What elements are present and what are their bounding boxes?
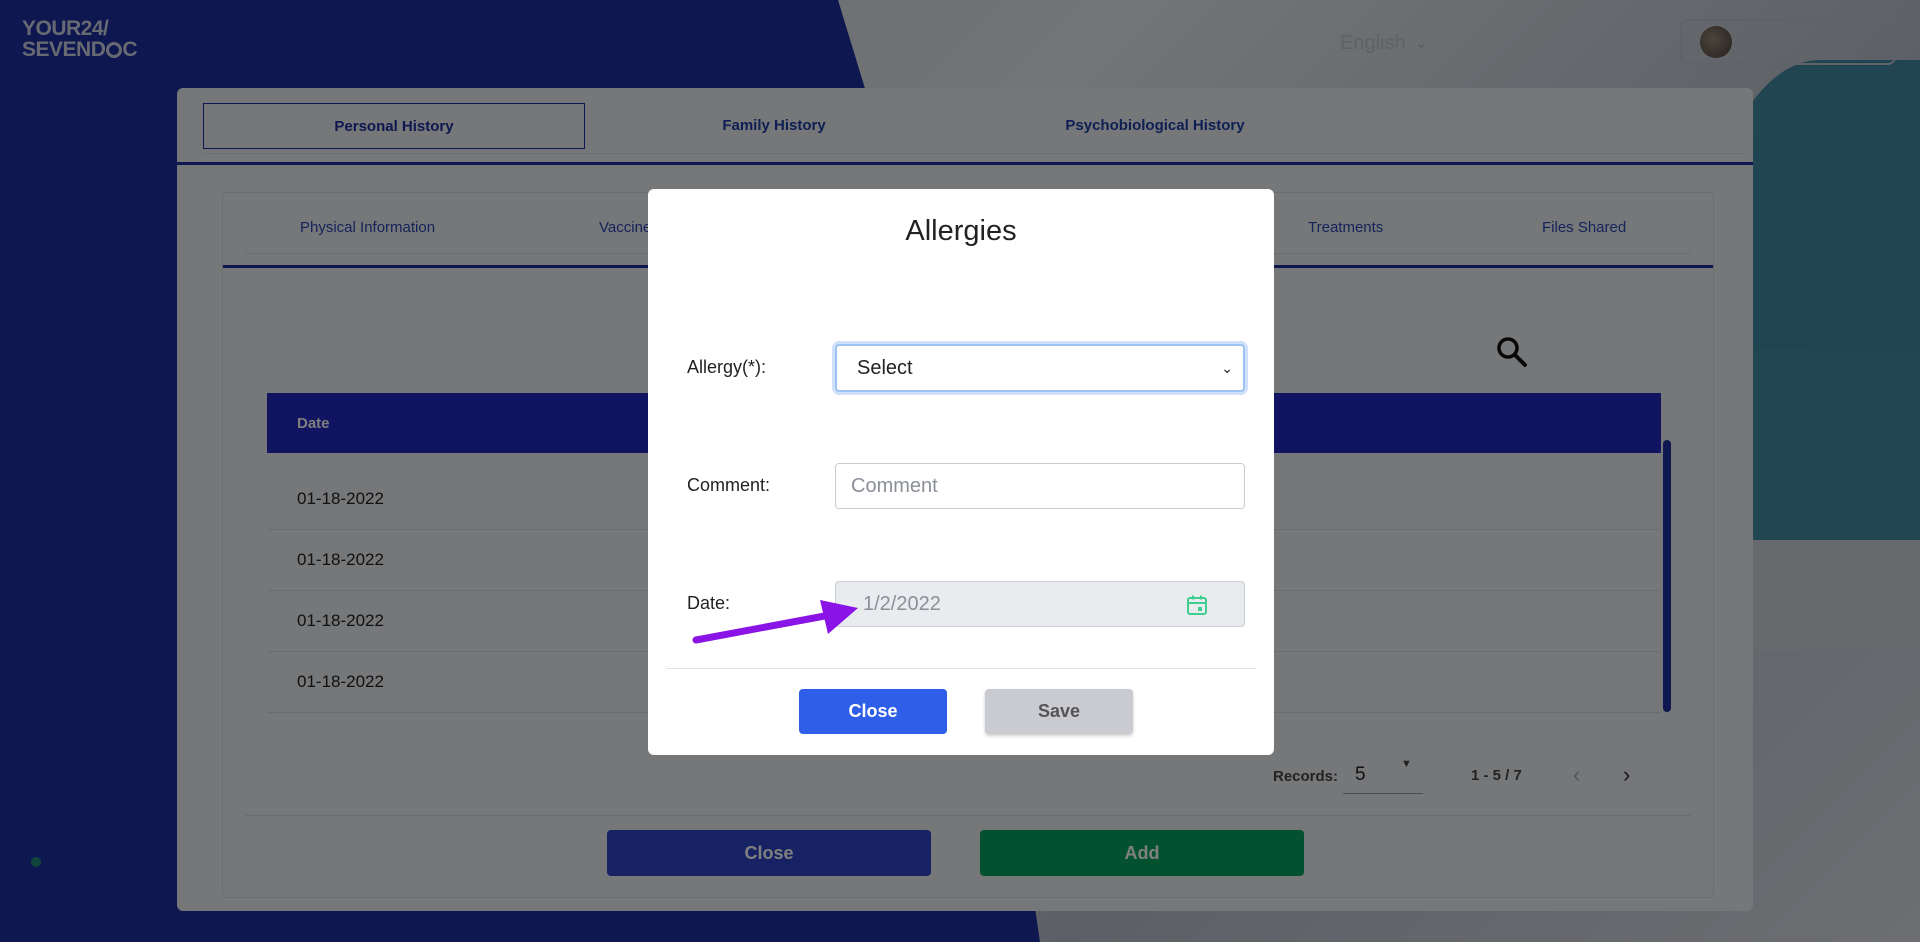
modal-save-button[interactable]: Save [985,689,1133,734]
modal-close-button[interactable]: Close [799,689,947,734]
modal-title: Allergies [905,215,1017,247]
date-value: 1/2/2022 [863,592,941,615]
allergy-select[interactable]: Select ⌄ [835,344,1245,392]
calendar-icon[interactable] [1186,594,1208,616]
allergies-modal: Allergies Allergy(*): Select ⌄ Comment: … [648,189,1274,755]
allergy-select-value: Select [857,356,913,379]
chevron-down-icon: ⌄ [1221,360,1233,376]
annotation-arrow-icon [692,600,858,644]
comment-placeholder: Comment [851,474,938,497]
allergy-label: Allergy(*): [687,357,767,377]
comment-input[interactable]: Comment [835,463,1245,509]
comment-label: Comment: [687,475,771,495]
date-input[interactable]: 1/2/2022 [835,581,1245,627]
